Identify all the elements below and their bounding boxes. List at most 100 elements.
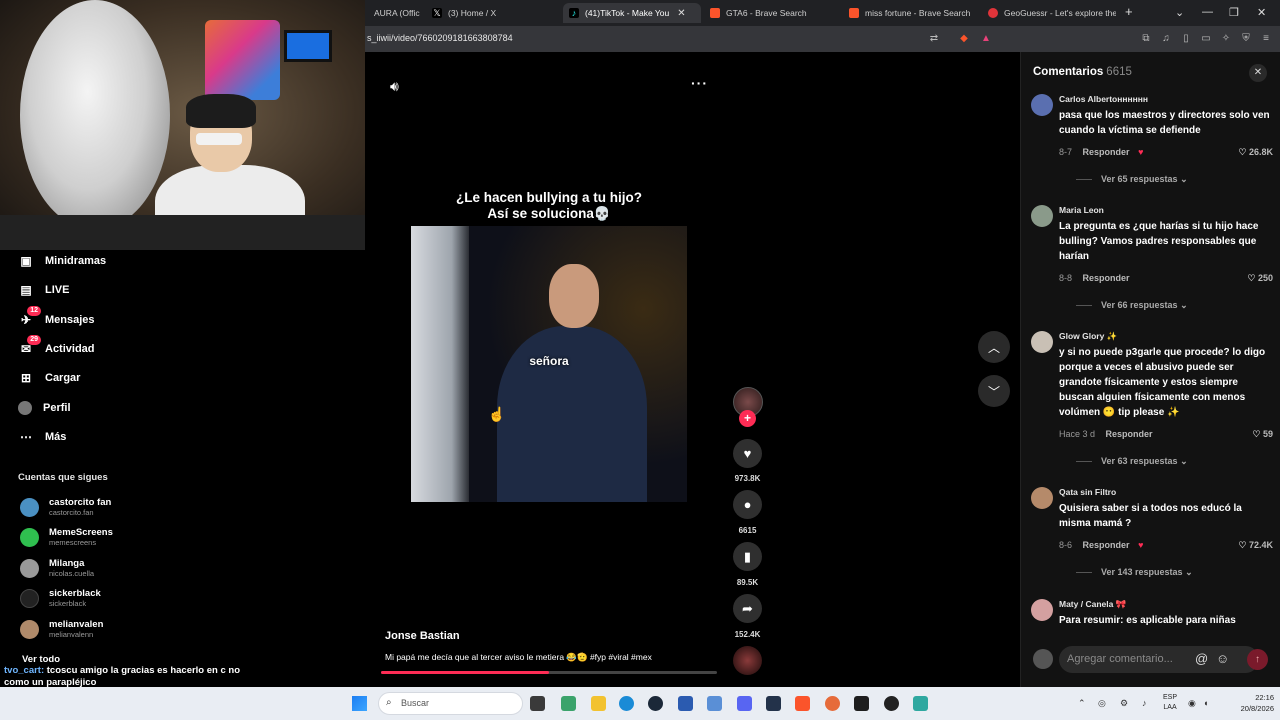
comment-like[interactable]: ♡ 26.8K (1238, 147, 1273, 158)
tray-network-icon[interactable]: ◎ (1098, 698, 1106, 709)
avatar[interactable] (1031, 205, 1053, 227)
new-tab-button[interactable]: + (1125, 4, 1133, 19)
app-icon[interactable] (825, 696, 840, 711)
following-account[interactable]: Milanga nicolas.cuella (20, 555, 94, 581)
extensions-icon[interactable]: ⧉ (1140, 33, 1152, 45)
sidebar-toggle-icon[interactable]: ▯ (1180, 33, 1192, 45)
terminal-icon[interactable] (854, 696, 869, 711)
notepad-icon[interactable] (913, 696, 928, 711)
widgets-icon[interactable] (561, 696, 576, 711)
follow-plus-icon[interactable]: + (739, 410, 756, 427)
like-button[interactable]: ♥ (733, 439, 762, 468)
video-progress-bar[interactable] (381, 671, 717, 674)
view-replies-link[interactable]: Ver 63 respuestas ⌄ (1076, 456, 1188, 467)
vpn-icon[interactable]: ⛨ (1240, 33, 1252, 45)
obs-icon[interactable] (884, 696, 899, 711)
avatar[interactable] (1031, 599, 1053, 621)
comment-author[interactable]: Glow Glory ✨ (1059, 331, 1117, 342)
store-icon[interactable] (678, 696, 693, 711)
mail-icon[interactable] (707, 696, 722, 711)
tab-x-home[interactable]: 𝕏 (3) Home / X (426, 3, 556, 23)
brave-taskbar-icon[interactable] (795, 696, 810, 711)
comment-author[interactable]: Qata sin Filtro (1059, 487, 1116, 497)
steam-icon[interactable] (648, 696, 663, 711)
avatar[interactable] (1031, 487, 1053, 509)
close-window-icon[interactable]: ✕ (1257, 6, 1266, 19)
tab-title: GeoGuessr - Let's explore the (1004, 8, 1116, 18)
sidebar-item-more[interactable]: ⋯ Más (18, 427, 66, 447)
avatar[interactable] (1031, 331, 1053, 353)
menu-icon[interactable]: ≡ (1260, 33, 1272, 45)
tab-tiktok[interactable]: ♪ (41)TikTok - Make You ✕ (563, 3, 701, 23)
close-comments-button[interactable]: ✕ (1249, 64, 1267, 82)
avatar[interactable] (1031, 94, 1053, 116)
previous-video-button[interactable]: ︿ (978, 331, 1010, 363)
following-account[interactable]: castorcito fan castorcito.fan (20, 494, 111, 520)
leo-ai-icon[interactable]: ✧ (1220, 33, 1232, 45)
task-view-icon[interactable] (530, 696, 545, 711)
wallet-icon[interactable]: ▭ (1200, 33, 1212, 45)
next-video-button[interactable]: ﹀ (978, 375, 1010, 407)
edge-icon[interactable] (619, 696, 634, 711)
reply-button[interactable]: Responder (1083, 147, 1130, 157)
video-author[interactable]: Jonse Bastian (385, 630, 460, 642)
mention-icon[interactable]: @ (1195, 651, 1208, 666)
tray-app-icon[interactable]: ⚙ (1120, 698, 1128, 709)
wifi-icon[interactable]: ◉ (1188, 698, 1196, 709)
input-language[interactable]: ESP LAA (1163, 693, 1177, 713)
reply-button[interactable]: Responder (1083, 540, 1130, 550)
minimize-icon[interactable]: — (1202, 6, 1213, 18)
see-all-link[interactable]: Ver todo (22, 654, 60, 665)
media-icon[interactable]: ♫ (1160, 33, 1172, 45)
emoji-icon[interactable]: ☺ (1216, 651, 1229, 666)
comment-like[interactable]: ♡ 72.4K (1238, 540, 1273, 551)
following-account[interactable]: MemeScreens memescreens (20, 524, 113, 550)
tray-mic-icon[interactable]: ♪ (1142, 698, 1147, 708)
send-button[interactable]: ↑ (1247, 649, 1268, 670)
tray-chevron-icon[interactable]: ⌃ (1078, 698, 1086, 709)
sidebar-item-activity[interactable]: ✉ 29 Actividad (18, 335, 95, 359)
brave-shields-icon[interactable]: ◆ (958, 33, 970, 45)
file-explorer-icon[interactable] (591, 696, 606, 711)
comment-author[interactable]: Maty / Canela 🎀 (1059, 599, 1126, 610)
brave-rewards-icon[interactable]: ▲ (980, 33, 992, 45)
video-player[interactable]: señora (411, 226, 687, 502)
view-replies-link[interactable]: Ver 66 respuestas ⌄ (1076, 300, 1188, 311)
comment-author[interactable]: Maria Leon (1059, 205, 1104, 215)
sidebar-item-minidramas[interactable]: ▣ Minidramas (18, 251, 106, 271)
sidebar-item-upload[interactable]: ⊞ Cargar (18, 368, 81, 388)
tab-geoguessr[interactable]: GeoGuessr - Let's explore the (982, 3, 1116, 23)
url-text[interactable]: s_iiwii/video/7660209181663808784 (367, 33, 513, 43)
view-replies-link[interactable]: Ver 143 respuestas ⌄ (1076, 567, 1193, 578)
maximize-icon[interactable]: ❐ (1229, 6, 1239, 19)
tab-aura[interactable]: AURA (Officia (368, 3, 420, 23)
close-tab-icon[interactable]: ✕ (677, 8, 685, 19)
translate-icon[interactable]: ⇄ (928, 33, 940, 45)
sidebar-item-messages[interactable]: ✈ 12 Mensajes (18, 306, 95, 330)
windows-start-icon[interactable] (352, 696, 367, 711)
sidebar-item-live[interactable]: ▤ LIVE (18, 280, 69, 300)
following-account[interactable]: melianvalen melianvalenn (20, 616, 103, 642)
comment-like[interactable]: ♡ 59 (1252, 429, 1273, 440)
reply-button[interactable]: Responder (1083, 273, 1130, 283)
comment-button[interactable]: ● (733, 490, 762, 519)
taskbar-search[interactable]: ⌕ Buscar (378, 692, 523, 715)
speaker-icon[interactable]: ◖ (1203, 698, 1208, 708)
volume-icon[interactable]: 🔊︎ (390, 78, 399, 95)
more-options-icon[interactable]: ··· (691, 75, 708, 91)
taskbar-clock[interactable]: 22:16 20/8/2026 (1218, 692, 1274, 714)
sidebar-item-profile[interactable]: Perfil (18, 398, 71, 418)
save-button[interactable]: ▮ (733, 542, 762, 571)
comment-author[interactable]: Carlos Albertoнннннн (1059, 94, 1148, 104)
reply-button[interactable]: Responder (1106, 429, 1153, 439)
view-replies-link[interactable]: Ver 65 respuestas ⌄ (1076, 174, 1188, 185)
comment-like[interactable]: ♡ 250 (1247, 273, 1273, 284)
sound-disc-icon[interactable] (733, 646, 762, 675)
following-account[interactable]: sickerblack sickerblack (20, 585, 101, 611)
tab-miss-fortune[interactable]: miss fortune - Brave Search (843, 3, 978, 23)
share-button[interactable]: ➦ (733, 594, 762, 623)
vscode-icon[interactable] (766, 696, 781, 711)
discord-icon[interactable] (737, 696, 752, 711)
tab-gta6[interactable]: GTA6 - Brave Search (704, 3, 839, 23)
tab-list-chevron-icon[interactable]: ⌄ (1175, 6, 1184, 19)
